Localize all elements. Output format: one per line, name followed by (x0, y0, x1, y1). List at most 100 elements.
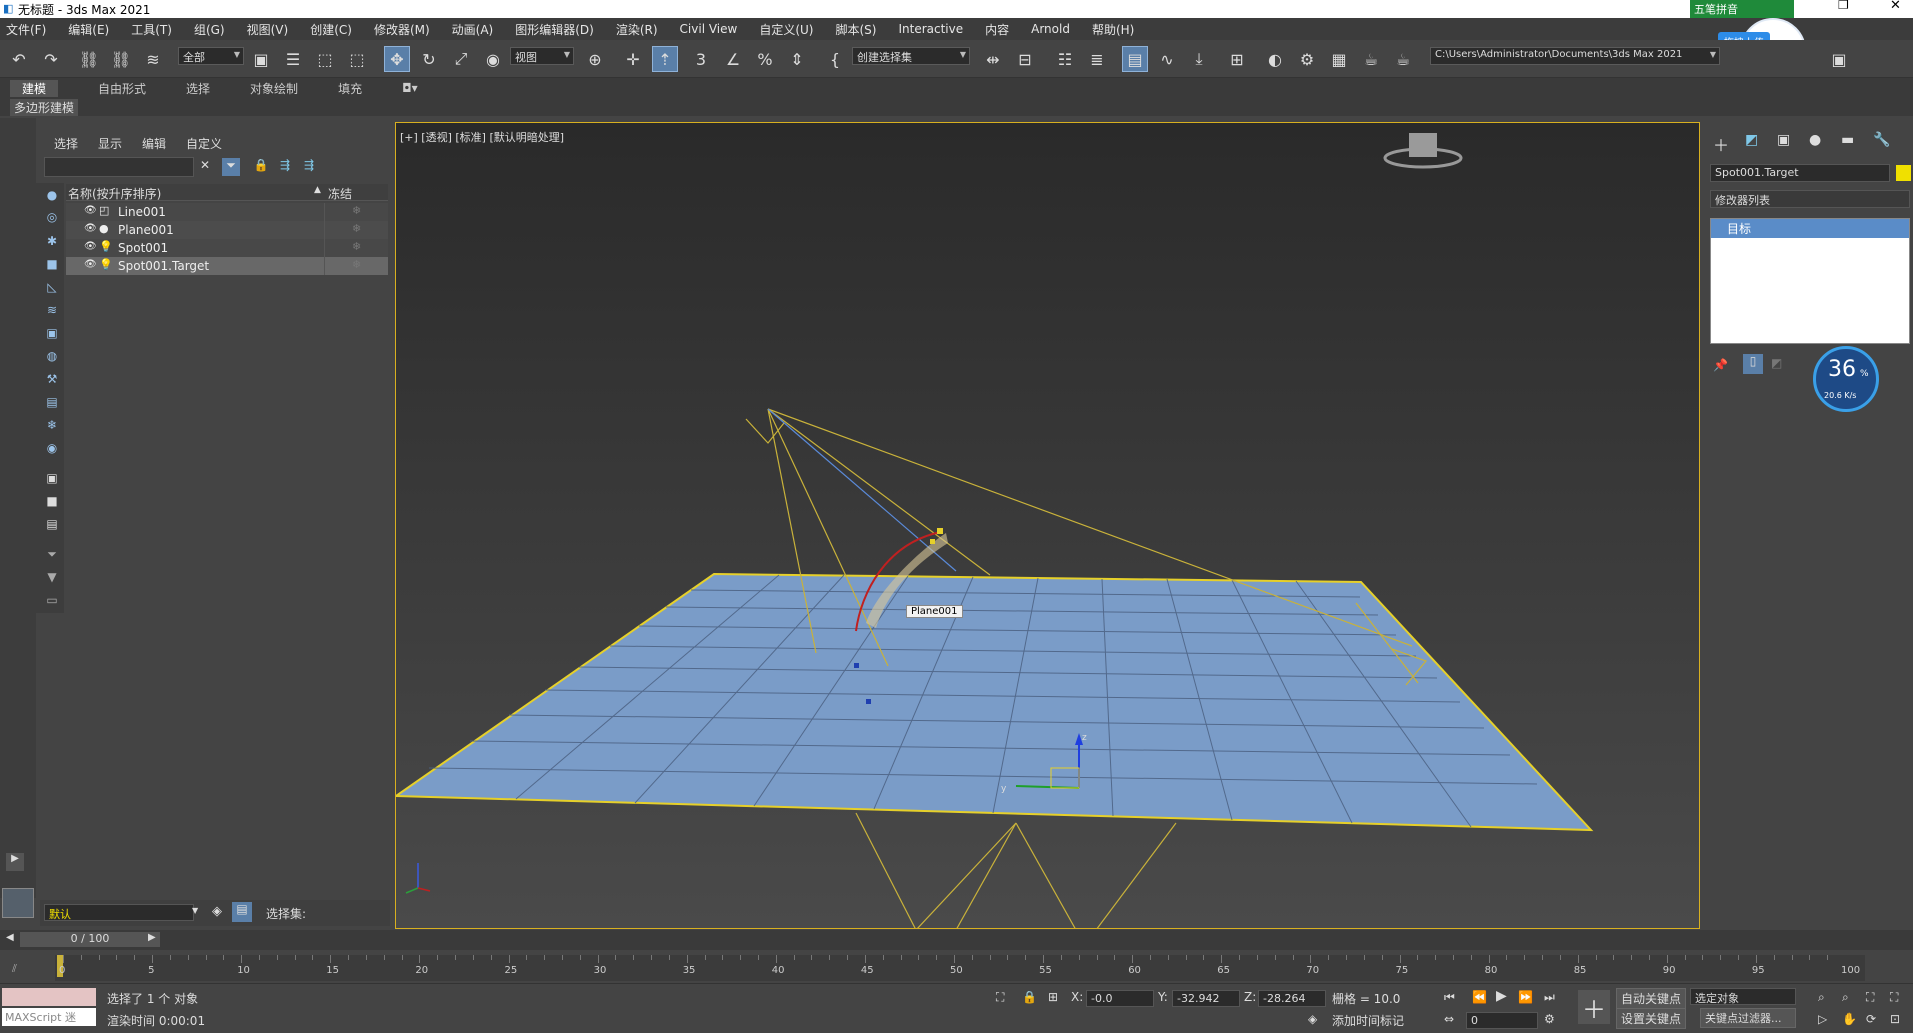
menu-scripting[interactable]: 脚本(S) (835, 21, 876, 38)
key-filters-button[interactable]: 关键点过滤器... (1700, 1008, 1796, 1028)
align-icon[interactable]: ⊟ (1012, 46, 1038, 72)
edit-named-sets-icon[interactable]: { (822, 46, 848, 72)
scene-tab-customize[interactable]: 自定义 (186, 135, 222, 152)
angle-snap-icon[interactable]: ∠ (720, 46, 746, 72)
helper-filter-icon[interactable]: ◺ (44, 280, 60, 294)
add-time-tag[interactable]: 添加时间标记 (1332, 1012, 1404, 1029)
absolute-mode-icon[interactable]: ⊞ (1048, 990, 1058, 1004)
named-selection-dropdown[interactable]: 创建选择集 (852, 47, 970, 65)
xref-filter-icon[interactable]: ◍ (44, 349, 60, 363)
lock-icon[interactable]: 🔒 (252, 158, 270, 176)
modifier-list-dropdown[interactable]: 修改器列表 (1710, 190, 1910, 208)
scene-row-plane001[interactable]: 👁 ● Plane001 ❄ (66, 221, 388, 239)
menu-modifiers[interactable]: 修改器(M) (374, 21, 430, 38)
pivot-center-icon[interactable]: ⊕ (582, 46, 608, 72)
hierarchy-tab-icon[interactable]: ▣ (1777, 132, 1790, 148)
render-production-icon[interactable]: ☕ (1390, 46, 1416, 72)
menu-animation[interactable]: 动画(A) (452, 21, 494, 38)
maximize-viewport-icon[interactable]: ⊡ (1890, 1012, 1900, 1026)
schematic-view-icon[interactable]: ⊞ (1224, 46, 1250, 72)
scene-tab-display[interactable]: 显示 (98, 135, 122, 152)
redo-icon[interactable]: ↷ (38, 46, 64, 72)
key-mode-icon[interactable]: ⇔ (1444, 1012, 1454, 1026)
layers-icon[interactable]: ⇶ (300, 158, 318, 176)
hidden-filter-icon[interactable]: ◉ (44, 441, 60, 455)
object-name-field[interactable]: Spot001.Target (1710, 164, 1890, 182)
menu-tools[interactable]: 工具(T) (131, 21, 172, 38)
menu-civil-view[interactable]: Civil View (680, 22, 738, 36)
viewport-layout-icon[interactable] (2, 888, 34, 918)
selection-lock-icon[interactable]: 🔒 (1022, 990, 1037, 1004)
invert-display-icon[interactable]: ▤ (44, 517, 60, 531)
hierarchy-icon[interactable]: ⇶ (276, 158, 294, 176)
select-manipulate-icon[interactable]: ✛ (620, 46, 646, 72)
visibility-eye-icon[interactable]: 👁 (84, 205, 97, 216)
select-object-icon[interactable]: ▣ (248, 46, 274, 72)
spacewarp-filter-icon[interactable]: ≋ (44, 303, 60, 317)
menu-rendering[interactable]: 渲染(R) (616, 21, 658, 38)
tab-modeling[interactable]: 建模 (10, 79, 59, 97)
freeze-icon[interactable]: ❄ (352, 240, 361, 253)
mirror-icon[interactable]: ⇹ (980, 46, 1006, 72)
x-coordinate-field[interactable]: -0.0 (1086, 990, 1154, 1007)
container-filter-icon[interactable]: ▤ (44, 395, 60, 409)
menu-file[interactable]: 文件(F) (6, 21, 46, 38)
menu-create[interactable]: 创建(C) (310, 21, 352, 38)
name-column-header[interactable]: 名称(按升序排序) (68, 185, 161, 202)
motion-tab-icon[interactable]: ● (1809, 132, 1821, 148)
bone-filter-icon[interactable]: ⚒ (44, 372, 60, 386)
display-none-icon[interactable]: ■ (44, 494, 60, 508)
menu-group[interactable]: 组(G) (194, 21, 225, 38)
filter-icon[interactable]: ⏷ (222, 158, 240, 176)
utilities-tab-icon[interactable]: 🔧 (1873, 132, 1890, 148)
snap-toggle-icon[interactable]: 3 (688, 46, 714, 72)
render-icon[interactable]: ☕ (1358, 46, 1384, 72)
tab-populate[interactable]: 填充 (338, 80, 362, 97)
pin-stack-icon[interactable]: 📌 (1713, 358, 1728, 372)
freeze-icon[interactable]: ❄ (352, 258, 361, 271)
restore-icon[interactable]: ❐ (1838, 0, 1849, 12)
scene-explorer-toggle-icon[interactable]: ▤ (232, 902, 252, 922)
rect-selection-icon[interactable]: ⬚ (312, 46, 338, 72)
slider-left-icon[interactable]: ◀ (6, 932, 14, 943)
ribbon-options-icon[interactable]: ◘▾ (402, 81, 418, 95)
light-filter-icon[interactable]: ✱ (44, 234, 60, 248)
camera-filter-icon[interactable]: ■ (44, 257, 60, 271)
isolate-icon[interactable]: ⛶ (996, 990, 1004, 1005)
undo-icon[interactable]: ↶ (6, 46, 32, 72)
dope-sheet-icon[interactable]: ⤓ (1186, 46, 1212, 72)
layer-stack-icon[interactable]: ◈ (212, 904, 222, 919)
track-bar-toggle-icon[interactable]: ⫽ (12, 962, 17, 976)
clear-search-icon[interactable]: ✕ (196, 158, 214, 176)
time-tag-icon[interactable]: ◈ (1308, 1012, 1317, 1026)
scene-tab-select[interactable]: 选择 (54, 135, 78, 152)
scene-search-input[interactable] (44, 157, 194, 177)
group-filter-icon[interactable]: ▣ (44, 326, 60, 340)
freeze-column-header[interactable]: 冻结 (328, 185, 352, 202)
rotate-icon[interactable]: ↻ (416, 46, 442, 72)
menu-help[interactable]: 帮助(H) (1092, 21, 1134, 38)
viewport-label-menu[interactable]: [+] [透视] [标准] [默认明暗处理] (400, 129, 564, 145)
viewport-scene[interactable]: z y (396, 123, 1700, 929)
zoom-all-icon[interactable]: ⌕ (1842, 990, 1849, 1005)
menu-edit[interactable]: 编辑(E) (68, 21, 109, 38)
menu-graph-editors[interactable]: 图形编辑器(D) (515, 21, 594, 38)
project-folder-icon[interactable]: ▣ (1826, 46, 1852, 72)
reference-coord-dropdown[interactable]: 视图 (510, 47, 574, 65)
auto-key-button[interactable]: 自动关键点 (1616, 988, 1686, 1009)
freeze-icon[interactable]: ❄ (352, 204, 361, 217)
menu-customize[interactable]: 自定义(U) (759, 21, 813, 38)
scene-row-spot001[interactable]: 👁 💡 Spot001 ❄ (66, 239, 388, 257)
slider-right-icon[interactable]: ▶ (148, 932, 156, 943)
next-frame-icon[interactable]: ⏩ (1518, 990, 1533, 1004)
z-coordinate-field[interactable]: -28.264 (1258, 990, 1326, 1007)
geometry-filter-icon[interactable]: ● (44, 188, 60, 202)
display-all-icon[interactable]: ▣ (44, 471, 60, 485)
set-key-icon[interactable]: ＋ (1578, 990, 1610, 1024)
spinner-snap-icon[interactable]: ⇕ (784, 46, 810, 72)
tab-freeform[interactable]: 自由形式 (98, 80, 146, 97)
percent-snap-icon[interactable]: % (752, 46, 778, 72)
scale-icon[interactable]: ⤢ (448, 46, 474, 72)
rendered-frame-icon[interactable]: ▦ (1326, 46, 1352, 72)
visibility-eye-icon[interactable]: 👁 (84, 223, 97, 234)
